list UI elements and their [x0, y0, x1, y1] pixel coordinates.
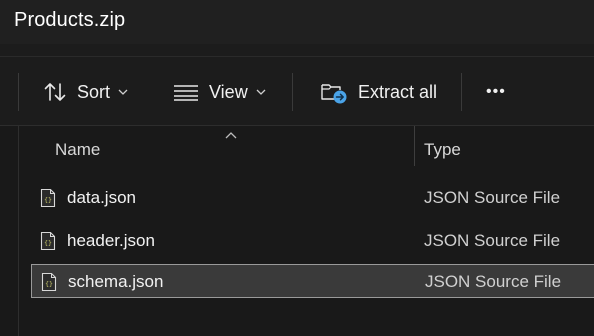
chevron-down-icon [118, 89, 128, 95]
sort-button[interactable]: Sort [43, 57, 128, 127]
svg-text:{}: {} [44, 196, 52, 204]
json-file-icon: {} [40, 231, 56, 256]
file-row[interactable]: {} data.json JSON Source File [31, 181, 594, 215]
view-label: View [209, 81, 248, 102]
chevron-down-icon [256, 89, 266, 95]
svg-text:{}: {} [44, 239, 52, 247]
column-header-row: Name Type [0, 126, 594, 170]
more-options-button[interactable]: ••• [486, 57, 506, 127]
toolbar-divider [292, 73, 293, 111]
sort-ascending-icon [225, 126, 237, 144]
column-header-type[interactable]: Type [424, 140, 461, 160]
column-resize-handle[interactable] [414, 126, 415, 166]
view-button[interactable]: View [173, 57, 266, 127]
column-header-name[interactable]: Name [55, 140, 100, 160]
file-row[interactable]: {} schema.json JSON Source File [31, 264, 594, 298]
toolbar-divider [461, 73, 462, 111]
file-row[interactable]: {} header.json JSON Source File [31, 224, 594, 258]
svg-text:{}: {} [45, 280, 53, 288]
sort-icon [43, 81, 67, 103]
file-type: JSON Source File [424, 231, 561, 250]
file-name: data.json [67, 188, 136, 207]
file-type: JSON Source File [425, 272, 562, 291]
title-bar: Products.zip [0, 0, 594, 44]
extract-all-button[interactable]: Extract all [320, 57, 437, 127]
file-name: header.json [67, 231, 155, 250]
toolbar-divider [18, 73, 19, 111]
file-type: JSON Source File [424, 188, 561, 207]
file-name: schema.json [68, 272, 164, 291]
extract-all-label: Extract all [358, 81, 438, 102]
extract-folder-icon [320, 80, 348, 104]
title-separator [0, 44, 594, 56]
view-list-icon [173, 83, 199, 101]
json-file-icon: {} [40, 188, 56, 213]
file-explorer-window: Products.zip Sort View Extract all ••• N… [0, 0, 594, 336]
window-title: Products.zip [14, 9, 126, 31]
command-bar: Sort View Extract all ••• [0, 56, 594, 126]
json-file-icon: {} [41, 272, 57, 297]
sort-label: Sort [77, 81, 111, 102]
more-icon: ••• [486, 83, 506, 100]
